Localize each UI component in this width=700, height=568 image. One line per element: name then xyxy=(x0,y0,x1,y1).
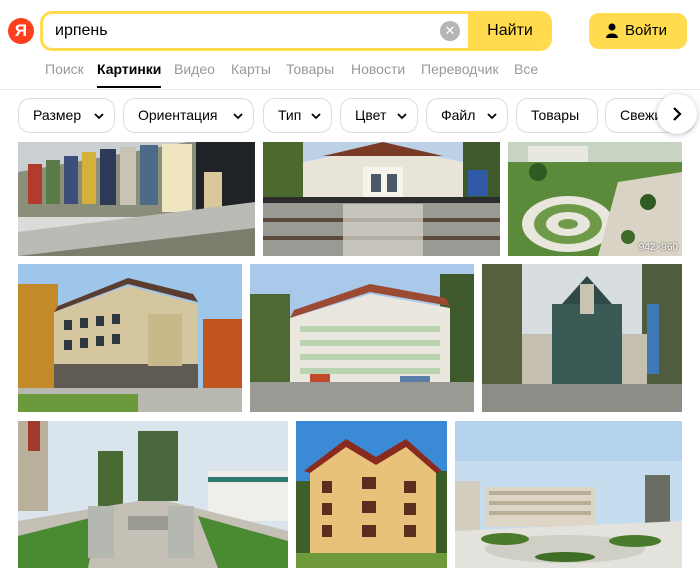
filter-color[interactable]: Цвет xyxy=(340,98,418,133)
tab-translator[interactable]: Переводчик xyxy=(421,61,499,77)
filter-size-label: Размер xyxy=(33,107,82,123)
filter-type-label: Тип xyxy=(278,107,302,123)
filter-color-label: Цвет xyxy=(355,107,387,123)
filters-next-button[interactable] xyxy=(657,94,697,134)
filter-file[interactable]: Файл xyxy=(426,98,508,133)
login-button[interactable]: Войти xyxy=(589,13,687,49)
tab-goods[interactable]: Товары xyxy=(286,61,334,77)
filter-bar: Размер Ориентация Тип Цвет Файл Товары С… xyxy=(0,90,700,142)
chevron-down-icon xyxy=(233,113,243,120)
chevron-down-icon xyxy=(311,113,321,120)
tab-search[interactable]: Поиск xyxy=(45,61,84,77)
login-label: Войти xyxy=(625,22,667,39)
filter-goods-label: Товары xyxy=(531,107,580,123)
tab-video[interactable]: Видео xyxy=(174,61,215,77)
chevron-right-icon xyxy=(673,107,682,121)
header: Я ✕ Найти Войти Поиск Картинки Видео Кар… xyxy=(0,0,700,90)
image-railway-station[interactable] xyxy=(263,142,500,256)
chevron-down-icon xyxy=(487,113,497,120)
image-size-badge: 942×960 xyxy=(638,242,678,253)
yandex-logo[interactable]: Я xyxy=(8,18,34,44)
chevron-down-icon xyxy=(94,113,104,120)
clear-icon[interactable]: ✕ xyxy=(440,21,460,41)
search-input[interactable] xyxy=(43,14,433,48)
filter-orientation[interactable]: Ориентация xyxy=(123,98,254,133)
tab-maps[interactable]: Карты xyxy=(231,61,271,77)
chevron-down-icon xyxy=(397,113,407,120)
search-box: ✕ Найти xyxy=(40,11,552,51)
image-apartment-complex[interactable] xyxy=(250,264,474,412)
user-icon xyxy=(606,23,618,38)
image-chalet-house[interactable] xyxy=(296,421,447,568)
filter-type[interactable]: Тип xyxy=(263,98,332,133)
image-city-square[interactable] xyxy=(455,421,682,568)
filter-goods[interactable]: Товары xyxy=(516,98,598,133)
tab-news[interactable]: Новости xyxy=(351,61,405,77)
image-park-aerial[interactable]: 942×960 xyxy=(508,142,682,256)
image-results: 942×960 xyxy=(0,142,700,568)
tab-images[interactable]: Картинки xyxy=(97,61,161,77)
image-residential-building-autumn[interactable] xyxy=(18,264,242,412)
active-tab-underline xyxy=(97,86,161,88)
image-pedestrian-alley[interactable] xyxy=(18,421,288,568)
image-colorful-townhouses[interactable] xyxy=(18,142,255,256)
tab-all[interactable]: Все xyxy=(514,61,538,77)
image-tower-building-forest[interactable] xyxy=(482,264,682,412)
filter-file-label: Файл xyxy=(441,107,476,123)
search-button[interactable]: Найти xyxy=(468,14,549,48)
filter-size[interactable]: Размер xyxy=(18,98,115,133)
filter-orientation-label: Ориентация xyxy=(138,107,218,123)
